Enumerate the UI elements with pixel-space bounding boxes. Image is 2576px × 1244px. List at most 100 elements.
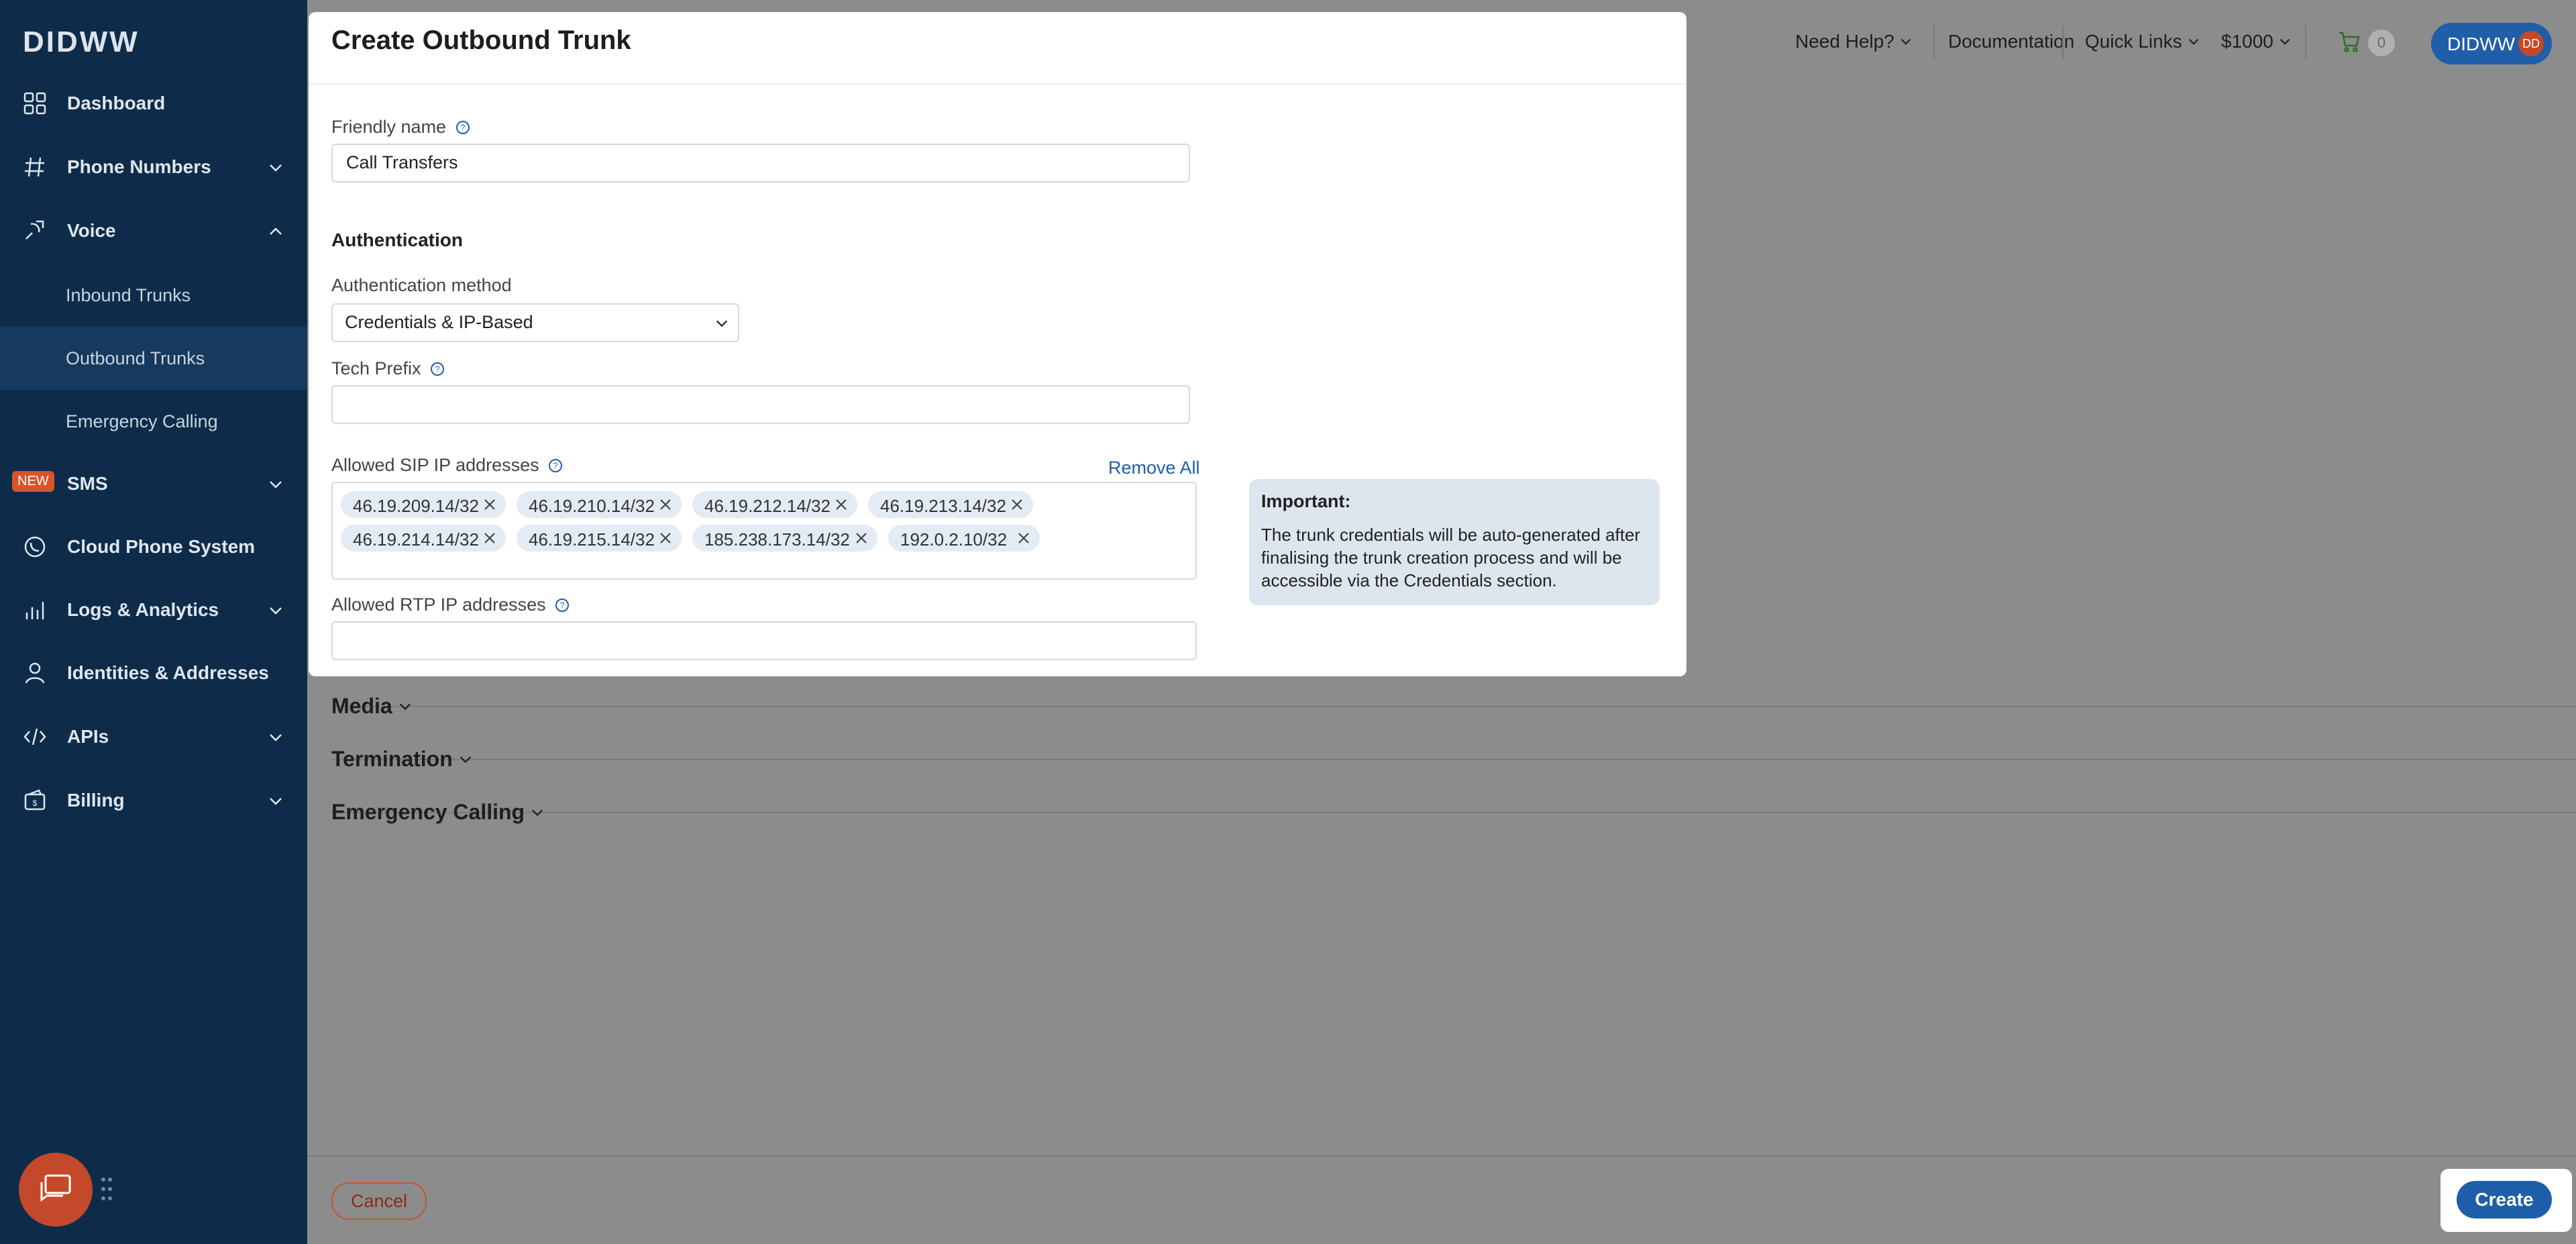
create-button-container: Create [2440,1169,2572,1232]
section-emergency-calling-toggle[interactable]: Emergency Calling [331,800,544,825]
ip-chip-label: 46.19.212.14/32 [704,496,830,516]
ip-chip-label: 46.19.215.14/32 [529,529,655,550]
sidebar-item-label: Dashboard [67,93,166,113]
sidebar: DIDWW Dashboard Phone Numbers Voice Inbo… [0,0,307,1244]
modal-title: Create Outbound Trunk [331,25,631,55]
close-icon[interactable] [855,531,868,545]
cancel-button[interactable]: Cancel [331,1182,427,1220]
sidebar-item-apis[interactable]: APIs [0,706,307,769]
help-icon[interactable]: ? [555,598,570,613]
rtp-ip-input[interactable] [331,621,1197,660]
cart-icon[interactable] [2337,30,2361,54]
ip-chip-label: 46.19.210.14/32 [529,496,655,516]
chat-icon [40,1174,71,1202]
balance-label: $1000 [2221,31,2273,52]
create-button[interactable]: Create [2457,1181,2552,1219]
section-termination-toggle[interactable]: Termination [331,747,472,772]
sidebar-item-inbound-trunks[interactable]: Inbound Trunks [0,264,307,327]
chat-support-button[interactable] [19,1153,93,1227]
drag-handle-icon[interactable] [99,1176,114,1202]
section-label: Media [331,694,392,718]
sidebar-item-label: SMS [67,473,108,494]
chevron-down-icon [270,798,282,805]
sip-ip-tags-input[interactable]: 46.19.209.14/32 46.19.210.14/32 46.19.21… [331,482,1197,580]
auth-method-value: Credentials & IP-Based [345,312,533,332]
close-icon[interactable] [483,498,496,511]
auth-method-label: Authentication method [331,275,512,295]
sidebar-item-cloud-phone-system[interactable]: Cloud Phone System [0,516,307,579]
documentation-link[interactable]: Documentation [1933,31,2074,52]
cart-count-badge: 0 [2368,30,2395,56]
chevron-down-icon [270,734,282,741]
close-icon[interactable] [483,531,496,545]
help-icon[interactable]: ? [455,120,470,135]
friendly-name-value: Call Transfers [346,152,458,172]
divider [331,812,2576,813]
svg-text:?: ? [553,461,558,470]
friendly-name-input[interactable]: Call Transfers [331,144,1190,183]
ip-chip-label: 46.19.214.14/32 [353,529,479,550]
rtp-ip-label: Allowed RTP IP addresses ? [331,594,570,615]
phone-icon [24,536,46,558]
user-menu-button[interactable]: DIDWW DD [2431,23,2552,64]
chevron-down-icon [716,320,728,327]
chevron-down-icon [270,607,282,615]
hash-icon [25,157,44,177]
user-label: DIDWW [2447,34,2516,54]
important-text: The trunk credentials will be auto-gener… [1261,525,1641,590]
close-icon[interactable] [659,498,672,511]
chevron-down-icon [399,703,411,711]
svg-text:?: ? [435,364,440,374]
authentication-section-title: Authentication [331,229,463,250]
sidebar-item-label: APIs [67,726,109,747]
ip-chip: 46.19.215.14/32 [517,525,682,552]
close-icon[interactable] [1017,531,1030,545]
close-icon[interactable] [659,531,672,545]
close-icon[interactable] [1010,498,1024,511]
sidebar-subitem-label: Emergency Calling [66,411,218,431]
tech-prefix-label: Tech Prefix ? [331,358,445,379]
friendly-name-label: Friendly name ? [331,117,470,138]
section-media-toggle[interactable]: Media [331,694,412,719]
sidebar-item-dashboard[interactable]: Dashboard [0,72,307,136]
help-icon[interactable]: ? [548,458,563,473]
chevron-down-icon [2279,39,2290,45]
dashboard-grid-icon [23,92,46,115]
divider [2062,25,2063,59]
ip-chip-label: 46.19.209.14/32 [353,496,479,516]
logo[interactable]: DIDWW [23,25,140,59]
sidebar-item-billing[interactable]: $ Billing [0,770,307,833]
sidebar-item-outbound-trunks[interactable]: Outbound Trunks [0,327,307,390]
rtp-ip-label-text: Allowed RTP IP addresses [331,594,546,615]
sidebar-item-emergency-calling[interactable]: Emergency Calling [0,390,307,453]
svg-text:?: ? [560,601,565,610]
tech-prefix-input[interactable] [331,385,1190,424]
ip-chip-label: 46.19.213.14/32 [880,496,1006,516]
sidebar-item-phone-numbers[interactable]: Phone Numbers [0,136,307,199]
code-icon [23,728,46,745]
sidebar-item-sms[interactable]: NEW SMS [0,453,307,516]
divider [2305,25,2306,59]
close-icon[interactable] [835,498,848,511]
friendly-name-label-text: Friendly name [331,117,447,137]
sidebar-item-label: Cloud Phone System [67,536,256,557]
quick-links-label: Quick Links [2085,31,2182,52]
sidebar-item-logs-analytics[interactable]: Logs & Analytics [0,579,307,642]
sidebar-item-label: Logs & Analytics [67,599,219,620]
auth-method-select[interactable]: Credentials & IP-Based [331,303,739,342]
help-icon[interactable]: ? [430,362,445,376]
avatar: DD [2518,31,2544,56]
need-help-menu[interactable]: Need Help? [1795,31,1912,52]
footer-divider [307,1155,2576,1157]
remove-all-link[interactable]: Remove All [1108,458,1200,478]
balance-menu[interactable]: $1000 [2221,31,2291,52]
sidebar-item-voice[interactable]: Voice [0,200,307,263]
sidebar-item-label: Identities & Addresses [67,662,269,683]
quick-links-menu[interactable]: Quick Links [2085,31,2200,52]
sidebar-item-identities-addresses[interactable]: Identities & Addresses [0,642,307,705]
voice-icon [25,220,44,240]
divider [309,83,1686,85]
divider [331,706,2576,707]
ip-chip: 185.238.173.14/32 [692,525,877,552]
chevron-down-icon [460,756,471,764]
